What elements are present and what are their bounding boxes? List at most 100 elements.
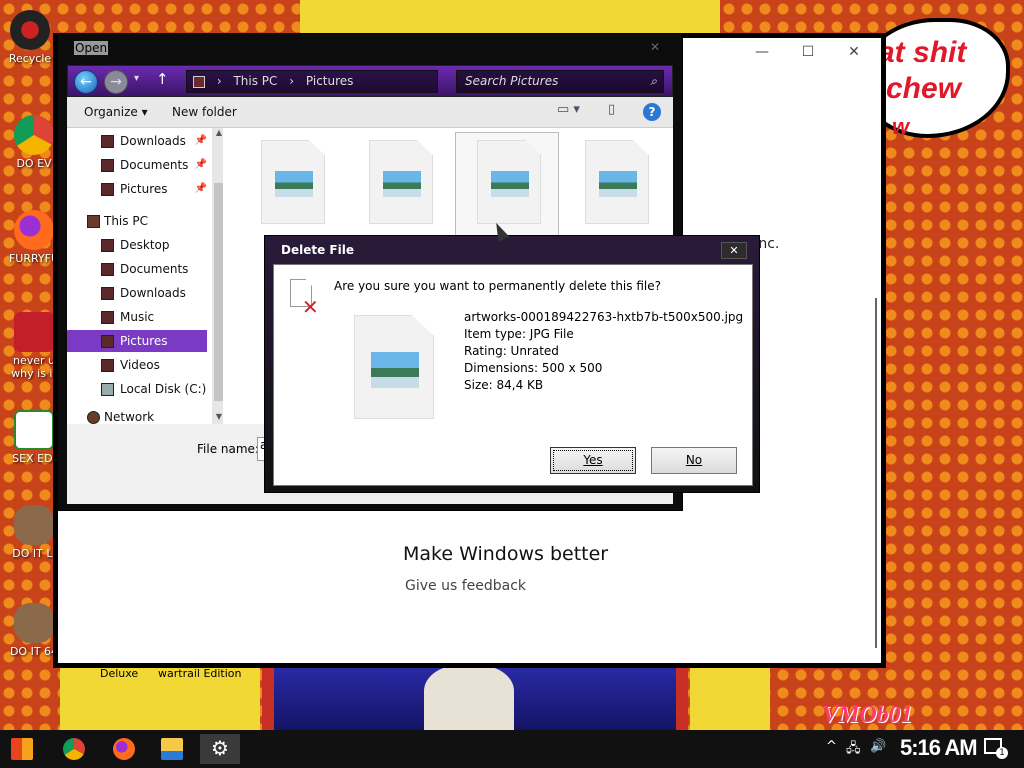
image-file-thumbnail[interactable] [369,140,433,224]
sidebar-item-desktop[interactable]: Desktop [67,234,207,256]
close-button[interactable]: ✕ [831,44,877,60]
file-name-text: artworks-000189422763-hxtb7b-t500x500.jp… [464,310,744,324]
yes-button[interactable]: Yes [550,447,636,474]
speech-line-2: chew [886,72,962,105]
help-icon[interactable]: ? [643,103,661,121]
give-feedback-link[interactable]: Give us feedback [405,578,526,594]
folder-icon [161,738,183,760]
organize-button[interactable]: Organize ▾ [84,105,148,119]
breadcrumb-this-pc[interactable]: This PC [233,74,277,88]
drive-icon [101,383,114,396]
no-button[interactable]: No [651,447,737,474]
gear-icon: ⚙ [211,736,229,760]
delete-file-dialog: Delete File ✕ ✕ Are you sure you want to… [264,235,760,493]
file-info: artworks-000189422763-hxtb7b-t500x500.jp… [464,309,743,394]
new-folder-button[interactable]: New folder [172,105,237,119]
recent-locations-chevron-icon[interactable]: ▾ [134,73,139,84]
back-arrow-icon[interactable]: ← [74,70,98,94]
recycle-bin-icon [10,10,50,50]
open-dialog-close-button[interactable]: ✕ [644,40,666,56]
pin-icon: 📌 [194,159,207,170]
taskbar-chrome[interactable] [54,734,94,764]
network-tray-icon[interactable]: 🖧 [846,739,861,761]
hex-editor-icon [14,410,54,450]
navigation-bar: ← → ▾ ↑ › This PC › Pictures Search Pict… [67,65,673,97]
pictures-icon [101,335,114,348]
taskbar-firefox[interactable] [104,734,144,764]
desktop-strip-label-left: Deluxe [100,667,139,680]
sidebar-item-pictures-quick[interactable]: Pictures 📌 [67,178,207,200]
portrait-icon [14,505,54,545]
minimize-button[interactable]: — [739,44,785,60]
delete-x-icon: ✕ [302,295,319,319]
make-windows-better-heading: Make Windows better [403,543,609,565]
devcpp-icon [14,312,54,352]
sidebar-item-music[interactable]: Music [67,306,207,328]
sidebar-item-downloads-quick[interactable]: Downloads 📌 [67,130,207,152]
command-toolbar: Organize ▾ New folder ▭ ▾ ▯ ? [67,97,673,128]
pin-icon: 📌 [194,135,207,146]
sidebar-item-videos[interactable]: Videos [67,354,207,376]
sidebar-item-this-pc[interactable]: This PC [67,210,207,232]
image-file-thumbnail-selected[interactable] [477,140,541,224]
chrome-icon [14,115,54,155]
music-icon [101,311,114,324]
taskbar-settings[interactable]: ⚙ [200,734,240,764]
search-input[interactable]: Search Pictures ⌕ [456,70,664,93]
sidebar-item-pictures[interactable]: Pictures [67,330,207,352]
taskbar-file-explorer[interactable] [152,734,192,764]
file-name-label: File name: [197,442,259,456]
open-dialog-title: Open [74,41,109,55]
address-bar[interactable]: › This PC › Pictures [186,70,438,93]
desktop-icon-recycle-bin[interactable]: Recycle [0,10,60,65]
delete-confirmation-question: Are you sure you want to permanently del… [334,279,661,293]
maximize-button[interactable]: ☐ [785,44,831,60]
file-preview-thumbnail [354,315,434,419]
pin-icon: 📌 [194,183,207,194]
sidebar-item-documents[interactable]: Documents [67,258,207,280]
desktop-strip-label-right: wartrail Edition [158,667,242,680]
image-thumbnail-icon [275,171,313,197]
settings-scrollbar[interactable] [875,298,877,648]
breadcrumb-pictures[interactable]: Pictures [306,74,354,88]
view-options-icon[interactable]: ▭ ▾ [557,102,580,117]
yellow-wallpaper-right [690,665,770,730]
downloads-icon [101,135,114,148]
image-file-thumbnail[interactable] [585,140,649,224]
pictures-icon [101,183,114,196]
sidebar-item-downloads[interactable]: Downloads [67,282,207,304]
speech-line-3: w [892,114,910,139]
image-file-thumbnail[interactable] [261,140,325,224]
image-thumbnail-icon [599,171,637,197]
downloads-icon [101,287,114,300]
delete-dialog-body: ✕ Are you sure you want to permanently d… [273,264,753,486]
forward-arrow-icon[interactable]: → [104,70,128,94]
taskbar: ⚙ ^ 🖧 🔊 5:16 AM 1 [0,730,1024,768]
sidebar-item-local-disk[interactable]: Local Disk (C:) [67,378,207,400]
preview-pane-icon[interactable]: ▯ [608,102,615,117]
item-type-text: Item type: JPG File [464,327,574,341]
network-icon [87,411,100,424]
sidebar-item-documents-quick[interactable]: Documents 📌 [67,154,207,176]
portrait-icon [14,603,54,643]
delete-dialog-close-button[interactable]: ✕ [721,242,747,259]
videos-icon [101,359,114,372]
start-button[interactable] [2,734,42,764]
sidebar-item-network[interactable]: Network [67,410,207,424]
taskbar-clock[interactable]: 5:16 AM [900,735,978,761]
pictures-folder-icon [193,75,205,88]
computer-icon [87,215,100,228]
volume-icon[interactable]: 🔊 [870,739,886,754]
size-text: Size: 84,4 KB [464,378,544,392]
desktop-icon [101,239,114,252]
image-thumbnail-icon [371,352,419,388]
firefox-icon [14,210,54,250]
firefox-icon [113,738,135,760]
chrome-icon [63,738,85,760]
speech-line-1: at shit [878,36,967,69]
notification-count-badge: 1 [996,747,1008,759]
breadcrumb-separator-icon: › [216,74,222,88]
up-arrow-icon[interactable]: ↑ [156,70,169,88]
image-thumbnail-icon [383,171,421,197]
show-hidden-icons-chevron-icon[interactable]: ^ [826,739,837,754]
